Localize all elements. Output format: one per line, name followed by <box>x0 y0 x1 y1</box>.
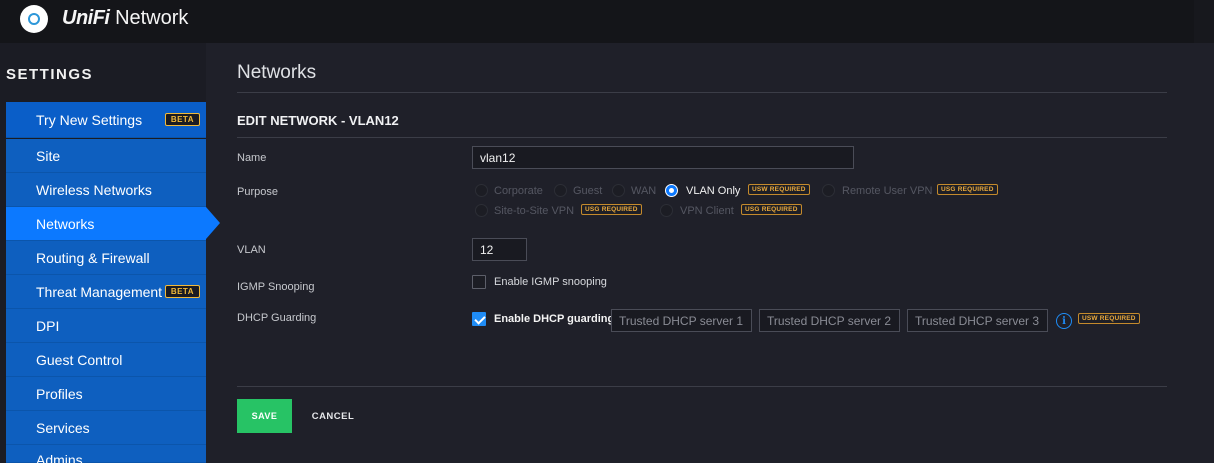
purpose-label: Purpose <box>237 186 278 198</box>
trusted-dhcp-server-1-input[interactable] <box>611 309 752 332</box>
top-bar: UniFi Network <box>0 0 1214 43</box>
dhcp-guarding-checkbox-label: Enable DHCP guarding <box>494 313 615 325</box>
sidebar-item-routing-firewall[interactable]: Routing & Firewall <box>6 241 206 275</box>
sidebar-item-threat-management[interactable]: Threat Management BETA <box>6 275 206 309</box>
purpose-vpn-client-label: VPN Client <box>680 205 734 217</box>
sidebar-item-label: Services <box>36 419 90 436</box>
igmp-snooping-label: IGMP Snooping <box>237 281 315 293</box>
app-title: UniFi Network <box>62 7 188 30</box>
vlan-input[interactable] <box>472 238 527 261</box>
purpose-vlan-only-radio[interactable] <box>665 184 678 197</box>
dhcp-guarding-checkbox[interactable] <box>472 312 486 326</box>
page-title: Networks <box>237 62 317 83</box>
divider <box>237 92 1167 93</box>
sidebar-title: SETTINGS <box>6 66 94 83</box>
sidebar-item-try-new-settings[interactable]: Try New Settings BETA <box>6 102 206 138</box>
purpose-corporate-label: Corporate <box>494 185 543 197</box>
sidebar-item-label: Wireless Networks <box>36 181 152 198</box>
sidebar-item-site[interactable]: Site <box>6 139 206 173</box>
sidebar-item-label: Site <box>36 147 61 164</box>
active-item-pointer <box>206 207 220 239</box>
sidebar-item-label: Routing & Firewall <box>36 249 150 266</box>
purpose-vlan-only-label: VLAN Only <box>686 185 741 197</box>
usg-required-badge: USG REQUIRED <box>581 204 642 215</box>
purpose-remote-user-vpn-radio[interactable] <box>822 184 835 197</box>
beta-badge: BETA <box>164 113 200 126</box>
sidebar-item-label: Threat Management <box>36 283 163 300</box>
sidebar-item-label: Admins <box>36 452 83 463</box>
sidebar-item-services[interactable]: Services <box>6 411 206 445</box>
igmp-snooping-checkbox[interactable] <box>472 275 486 289</box>
cancel-button[interactable]: CANCEL <box>303 399 363 433</box>
name-input[interactable] <box>472 146 854 169</box>
beta-badge: BETA <box>164 285 200 298</box>
sidebar-item-label: Networks <box>36 215 95 232</box>
sidebar-item-label: Profiles <box>36 385 83 402</box>
trusted-dhcp-server-2-input[interactable] <box>759 309 900 332</box>
divider <box>237 137 1167 138</box>
save-button[interactable]: SAVE <box>237 399 292 433</box>
brand-unifi: UniFi <box>62 7 110 29</box>
name-label: Name <box>237 152 267 164</box>
usw-required-badge: USW REQUIRED <box>1078 313 1140 324</box>
purpose-guest-label: Guest <box>573 185 603 197</box>
purpose-guest-radio[interactable] <box>554 184 567 197</box>
purpose-wan-radio[interactable] <box>612 184 625 197</box>
vlan-label: VLAN <box>237 244 266 256</box>
usw-required-badge: USW REQUIRED <box>748 184 810 195</box>
sidebar-item-profiles[interactable]: Profiles <box>6 377 206 411</box>
top-bar-edge <box>1194 0 1214 43</box>
sidebar-item-wireless-networks[interactable]: Wireless Networks <box>6 173 206 207</box>
section-title: EDIT NETWORK - VLAN12 <box>237 113 399 128</box>
sidebar-item-label: Guest Control <box>36 351 123 368</box>
divider <box>237 386 1167 387</box>
sidebar-item-guest-control[interactable]: Guest Control <box>6 343 206 377</box>
purpose-corporate-radio[interactable] <box>475 184 488 197</box>
unifi-logo-icon[interactable] <box>20 5 48 33</box>
purpose-site-to-site-vpn-radio[interactable] <box>475 204 488 217</box>
trusted-dhcp-server-3-input[interactable] <box>907 309 1048 332</box>
brand-network: Network <box>115 7 189 29</box>
purpose-remote-user-vpn-label: Remote User VPN <box>842 185 933 197</box>
purpose-site-to-site-vpn-label: Site-to-Site VPN <box>494 205 575 217</box>
purpose-wan-label: WAN <box>631 185 657 197</box>
sidebar-item-dpi[interactable]: DPI <box>6 309 206 343</box>
sidebar-item-label: DPI <box>36 317 60 334</box>
dhcp-guarding-label: DHCP Guarding <box>237 312 317 324</box>
sidebar-item-admins[interactable]: Admins <box>6 445 206 463</box>
igmp-snooping-checkbox-label: Enable IGMP snooping <box>494 276 607 288</box>
sidebar-item-networks[interactable]: Networks <box>6 207 206 241</box>
usg-required-badge: USG REQUIRED <box>937 184 998 195</box>
purpose-vpn-client-radio[interactable] <box>660 204 673 217</box>
info-icon[interactable]: i <box>1056 313 1072 329</box>
usg-required-badge: USG REQUIRED <box>741 204 802 215</box>
sidebar-item-label: Try New Settings <box>36 111 143 128</box>
